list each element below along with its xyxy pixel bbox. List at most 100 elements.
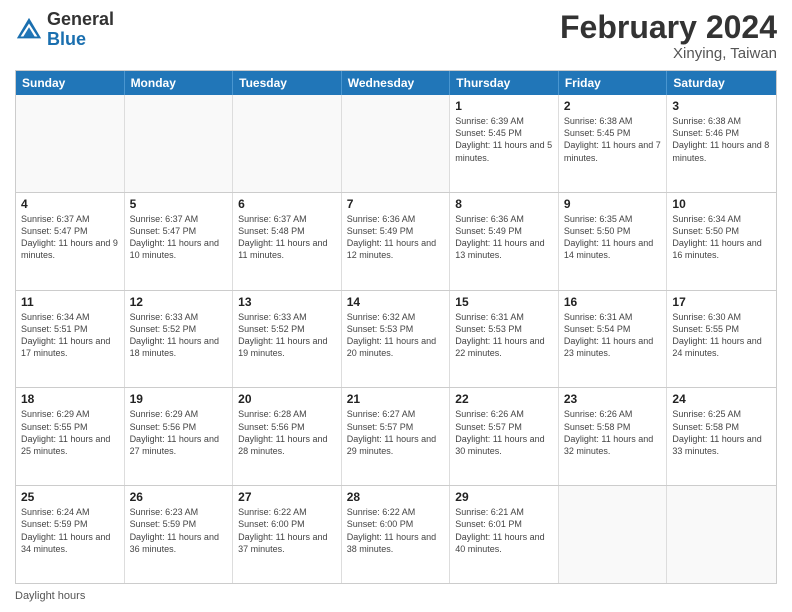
day-number: 26: [130, 490, 228, 504]
day-info: Sunrise: 6:29 AMSunset: 5:55 PMDaylight:…: [21, 408, 119, 457]
day-number: 29: [455, 490, 553, 504]
calendar-cell: 18 Sunrise: 6:29 AMSunset: 5:55 PMDayligh…: [16, 388, 125, 485]
day-info: Sunrise: 6:34 AMSunset: 5:50 PMDaylight:…: [672, 213, 771, 262]
day-number: 19: [130, 392, 228, 406]
day-info: Sunrise: 6:26 AMSunset: 5:57 PMDaylight:…: [455, 408, 553, 457]
day-number: 25: [21, 490, 119, 504]
day-info: Sunrise: 6:36 AMSunset: 5:49 PMDaylight:…: [347, 213, 445, 262]
day-number: 4: [21, 197, 119, 211]
day-number: 7: [347, 197, 445, 211]
calendar-cell: 22 Sunrise: 6:26 AMSunset: 5:57 PMDayligh…: [450, 388, 559, 485]
footer: Daylight hours: [15, 590, 777, 602]
daylight-hours-label: Daylight hours: [15, 590, 85, 602]
day-info: Sunrise: 6:23 AMSunset: 5:59 PMDaylight:…: [130, 506, 228, 555]
day-number: 12: [130, 295, 228, 309]
day-number: 21: [347, 392, 445, 406]
day-number: 13: [238, 295, 336, 309]
day-info: Sunrise: 6:38 AMSunset: 5:46 PMDaylight:…: [672, 115, 771, 164]
calendar-cell: 13 Sunrise: 6:33 AMSunset: 5:52 PMDayligh…: [233, 291, 342, 388]
calendar-header-cell: Sunday: [16, 71, 125, 95]
calendar-row: 4 Sunrise: 6:37 AMSunset: 5:47 PMDaylight…: [16, 192, 776, 290]
calendar-cell: 11 Sunrise: 6:34 AMSunset: 5:51 PMDayligh…: [16, 291, 125, 388]
day-info: Sunrise: 6:39 AMSunset: 5:45 PMDaylight:…: [455, 115, 553, 164]
day-number: 14: [347, 295, 445, 309]
day-number: 10: [672, 197, 771, 211]
logo-text: General Blue: [47, 10, 114, 50]
day-number: 11: [21, 295, 119, 309]
day-info: Sunrise: 6:37 AMSunset: 5:47 PMDaylight:…: [21, 213, 119, 262]
day-info: Sunrise: 6:35 AMSunset: 5:50 PMDaylight:…: [564, 213, 662, 262]
day-number: 18: [21, 392, 119, 406]
calendar: SundayMondayTuesdayWednesdayThursdayFrid…: [15, 70, 777, 584]
day-number: 20: [238, 392, 336, 406]
day-number: 2: [564, 99, 662, 113]
day-number: 6: [238, 197, 336, 211]
calendar-cell: 2 Sunrise: 6:38 AMSunset: 5:45 PMDaylight…: [559, 95, 668, 192]
day-number: 1: [455, 99, 553, 113]
day-info: Sunrise: 6:22 AMSunset: 6:00 PMDaylight:…: [347, 506, 445, 555]
calendar-header-cell: Saturday: [667, 71, 776, 95]
day-info: Sunrise: 6:31 AMSunset: 5:54 PMDaylight:…: [564, 311, 662, 360]
day-number: 9: [564, 197, 662, 211]
calendar-cell: 21Sunrise: 6:27 AMSunset: 5:57 PMDayligh…: [342, 388, 451, 485]
calendar-cell: [233, 95, 342, 192]
day-number: 3: [672, 99, 771, 113]
calendar-cell: 3 Sunrise: 6:38 AMSunset: 5:46 PMDaylight…: [667, 95, 776, 192]
calendar-header-cell: Wednesday: [342, 71, 451, 95]
calendar-cell: [559, 486, 668, 583]
day-number: 23: [564, 392, 662, 406]
calendar-cell: [667, 486, 776, 583]
day-info: Sunrise: 6:36 AMSunset: 5:49 PMDaylight:…: [455, 213, 553, 262]
calendar-row: 1 Sunrise: 6:39 AMSunset: 5:45 PMDaylight…: [16, 95, 776, 192]
calendar-cell: 24Sunrise: 6:25 AMSunset: 5:58 PMDayligh…: [667, 388, 776, 485]
calendar-cell: 20Sunrise: 6:28 AMSunset: 5:56 PMDayligh…: [233, 388, 342, 485]
day-number: 16: [564, 295, 662, 309]
calendar-cell: 4 Sunrise: 6:37 AMSunset: 5:47 PMDaylight…: [16, 193, 125, 290]
calendar-cell: 12Sunrise: 6:33 AMSunset: 5:52 PMDayligh…: [125, 291, 234, 388]
calendar-cell: 10 Sunrise: 6:34 AMSunset: 5:50 PMDayligh…: [667, 193, 776, 290]
calendar-cell: 15 Sunrise: 6:31 AMSunset: 5:53 PMDayligh…: [450, 291, 559, 388]
calendar-header-cell: Monday: [125, 71, 234, 95]
calendar-header: SundayMondayTuesdayWednesdayThursdayFrid…: [16, 71, 776, 95]
day-number: 15: [455, 295, 553, 309]
day-number: 17: [672, 295, 771, 309]
calendar-cell: 28Sunrise: 6:22 AMSunset: 6:00 PMDayligh…: [342, 486, 451, 583]
calendar-row: 11 Sunrise: 6:34 AMSunset: 5:51 PMDayligh…: [16, 290, 776, 388]
day-info: Sunrise: 6:33 AMSunset: 5:52 PMDaylight:…: [238, 311, 336, 360]
calendar-header-cell: Friday: [559, 71, 668, 95]
calendar-cell: 8Sunrise: 6:36 AMSunset: 5:49 PMDaylight…: [450, 193, 559, 290]
day-info: Sunrise: 6:34 AMSunset: 5:51 PMDaylight:…: [21, 311, 119, 360]
calendar-row: 18 Sunrise: 6:29 AMSunset: 5:55 PMDayligh…: [16, 387, 776, 485]
calendar-header-cell: Thursday: [450, 71, 559, 95]
day-number: 22: [455, 392, 553, 406]
calendar-cell: 27 Sunrise: 6:22 AMSunset: 6:00 PMDayligh…: [233, 486, 342, 583]
day-info: Sunrise: 6:31 AMSunset: 5:53 PMDaylight:…: [455, 311, 553, 360]
calendar-cell: 14 Sunrise: 6:32 AMSunset: 5:53 PMDayligh…: [342, 291, 451, 388]
calendar-cell: 25 Sunrise: 6:24 AMSunset: 5:59 PMDayligh…: [16, 486, 125, 583]
calendar-cell: 19 Sunrise: 6:29 AMSunset: 5:56 PMDayligh…: [125, 388, 234, 485]
calendar-cell: 7 Sunrise: 6:36 AMSunset: 5:49 PMDaylight…: [342, 193, 451, 290]
calendar-cell: [125, 95, 234, 192]
month-year: February 2024: [560, 10, 777, 45]
calendar-cell: 1 Sunrise: 6:39 AMSunset: 5:45 PMDaylight…: [450, 95, 559, 192]
calendar-cell: 9 Sunrise: 6:35 AMSunset: 5:50 PMDaylight…: [559, 193, 668, 290]
day-info: Sunrise: 6:30 AMSunset: 5:55 PMDaylight:…: [672, 311, 771, 360]
calendar-cell: 16 Sunrise: 6:31 AMSunset: 5:54 PMDayligh…: [559, 291, 668, 388]
calendar-header-cell: Tuesday: [233, 71, 342, 95]
logo-icon: [15, 16, 43, 44]
day-info: Sunrise: 6:24 AMSunset: 5:59 PMDaylight:…: [21, 506, 119, 555]
day-info: Sunrise: 6:26 AMSunset: 5:58 PMDaylight:…: [564, 408, 662, 457]
calendar-row: 25 Sunrise: 6:24 AMSunset: 5:59 PMDayligh…: [16, 485, 776, 583]
logo: General Blue: [15, 10, 114, 50]
day-number: 27: [238, 490, 336, 504]
day-info: Sunrise: 6:38 AMSunset: 5:45 PMDaylight:…: [564, 115, 662, 164]
day-info: Sunrise: 6:37 AMSunset: 5:48 PMDaylight:…: [238, 213, 336, 262]
calendar-cell: [16, 95, 125, 192]
day-info: Sunrise: 6:32 AMSunset: 5:53 PMDaylight:…: [347, 311, 445, 360]
calendar-cell: 17 Sunrise: 6:30 AMSunset: 5:55 PMDayligh…: [667, 291, 776, 388]
day-info: Sunrise: 6:22 AMSunset: 6:00 PMDaylight:…: [238, 506, 336, 555]
day-info: Sunrise: 6:25 AMSunset: 5:58 PMDaylight:…: [672, 408, 771, 457]
title-block: February 2024 Xinying, Taiwan: [560, 10, 777, 62]
day-info: Sunrise: 6:21 AMSunset: 6:01 PMDaylight:…: [455, 506, 553, 555]
day-info: Sunrise: 6:29 AMSunset: 5:56 PMDaylight:…: [130, 408, 228, 457]
